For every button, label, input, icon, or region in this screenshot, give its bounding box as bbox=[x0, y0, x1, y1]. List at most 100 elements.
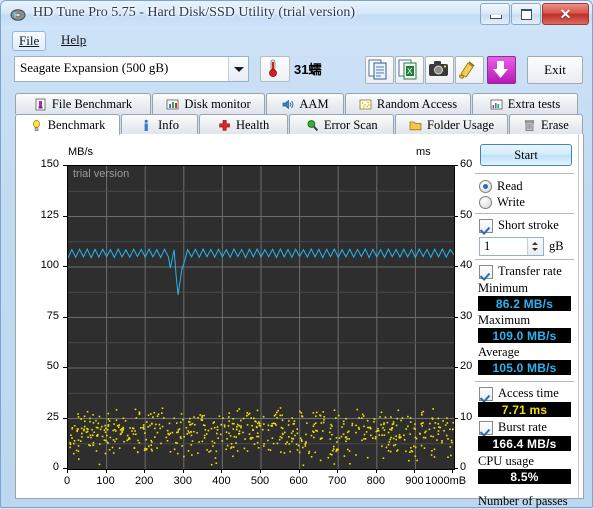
magnifier-icon bbox=[306, 119, 319, 132]
x-tick: 900 bbox=[405, 475, 423, 487]
screenshot-button[interactable] bbox=[425, 56, 454, 84]
burst-rate-label: Burst rate bbox=[498, 420, 547, 435]
download-button[interactable] bbox=[487, 56, 516, 84]
copy-icon bbox=[366, 57, 391, 81]
tab-benchmark[interactable]: Benchmark bbox=[15, 114, 120, 135]
file-benchmark-icon bbox=[34, 98, 47, 111]
tab-aam-label: AAM bbox=[299, 97, 328, 112]
tab-info[interactable]: Info bbox=[121, 114, 198, 135]
checkbox-transfer-rate[interactable]: Transfer rate bbox=[479, 264, 562, 279]
short-stroke-stepper[interactable]: 1 bbox=[479, 237, 544, 256]
radio-write-label: Write bbox=[497, 195, 525, 210]
thermometer-icon bbox=[261, 57, 285, 79]
start-button[interactable]: Start bbox=[480, 144, 572, 166]
y-axis-label-left: MB/s bbox=[68, 146, 93, 158]
toolbar: Seagate Expansion (500 gB) 31蠕 bbox=[6, 51, 587, 91]
access-time-scatter bbox=[69, 407, 454, 466]
transfer-rate-checkbox-icon bbox=[479, 265, 493, 279]
plot-svg bbox=[68, 166, 454, 469]
x-tick: 1000mB bbox=[425, 475, 466, 487]
tab-erase-label: Erase bbox=[541, 118, 569, 133]
checkbox-burst-rate[interactable]: Burst rate bbox=[479, 420, 547, 435]
x-tick: 500 bbox=[251, 475, 269, 487]
hdtune-logo-icon bbox=[10, 7, 26, 23]
y-tick-left: 75 bbox=[19, 310, 59, 322]
tab-aam[interactable]: AAM bbox=[266, 93, 344, 114]
x-tick: 700 bbox=[328, 475, 346, 487]
divider-1 bbox=[475, 173, 574, 174]
tab-random-access[interactable]: Random Access bbox=[345, 93, 471, 114]
access-time-value: 7.71 ms bbox=[478, 402, 571, 417]
x-tick: 200 bbox=[135, 475, 153, 487]
benchmark-chart: MB/s ms 0255075100125150 0102030405060 0… bbox=[16, 134, 468, 494]
tab-extra-tests[interactable]: Extra tests bbox=[472, 93, 578, 114]
spinner-arrows-icon[interactable] bbox=[527, 238, 543, 255]
tab-disk-monitor-label: Disk monitor bbox=[184, 97, 250, 112]
tab-health-label: Health bbox=[236, 118, 269, 133]
y-tick-left: 150 bbox=[19, 158, 59, 170]
tab-health[interactable]: Health bbox=[199, 114, 288, 135]
tab-info-label: Info bbox=[158, 118, 179, 133]
tab-folder-usage-label: Folder Usage bbox=[427, 118, 494, 133]
y-tick-left: 25 bbox=[19, 411, 59, 423]
checkbox-short-stroke[interactable]: Short stroke bbox=[479, 218, 559, 233]
window-title: HD Tune Pro 5.75 - Hard Disk/SSD Utility… bbox=[33, 5, 355, 21]
y-tick-left: 100 bbox=[19, 259, 59, 271]
x-tick: 300 bbox=[174, 475, 192, 487]
maximize-icon bbox=[521, 9, 532, 20]
short-stroke-value: 1 bbox=[484, 239, 490, 254]
tab-disk-monitor[interactable]: Disk monitor bbox=[152, 93, 265, 114]
menu-help-label: Help bbox=[61, 32, 86, 47]
chevron-down-icon[interactable] bbox=[228, 57, 248, 81]
tab-error-scan[interactable]: Error Scan bbox=[289, 114, 394, 135]
drive-select[interactable]: Seagate Expansion (500 gB) bbox=[14, 56, 249, 82]
trial-watermark: trial version bbox=[73, 168, 129, 180]
cpu-usage-value: 8.5% bbox=[478, 469, 571, 484]
clean-button[interactable] bbox=[455, 56, 484, 84]
minimum-label: Minimum bbox=[478, 281, 528, 296]
radio-write-icon bbox=[479, 196, 492, 209]
export-excel-button[interactable]: X bbox=[395, 56, 424, 84]
short-stroke-unit: gB bbox=[549, 239, 564, 254]
exit-label: Exit bbox=[544, 62, 566, 78]
title-bar: HD Tune Pro 5.75 - Hard Disk/SSD Utility… bbox=[1, 1, 592, 29]
tab-file-benchmark[interactable]: File Benchmark bbox=[15, 93, 151, 114]
radio-write[interactable]: Write bbox=[479, 195, 525, 210]
random-access-icon bbox=[359, 98, 372, 111]
y-tick-left: 125 bbox=[19, 209, 59, 221]
transfer-rate-label: Transfer rate bbox=[498, 264, 562, 279]
tab-file-benchmark-label: File Benchmark bbox=[52, 97, 132, 112]
brush-icon bbox=[456, 57, 481, 81]
number-of-passes-label: Number of passes bbox=[478, 494, 568, 509]
checkbox-access-time[interactable]: Access time bbox=[479, 386, 559, 401]
short-stroke-checkbox-icon bbox=[479, 219, 493, 233]
extra-tests-icon bbox=[490, 98, 503, 111]
minimize-button[interactable] bbox=[480, 3, 510, 25]
maximize-button[interactable] bbox=[511, 3, 541, 25]
tab-bars: File Benchmark Disk monitor AAM Random A… bbox=[15, 93, 584, 135]
radio-read[interactable]: Read bbox=[479, 179, 523, 194]
tab-folder-usage[interactable]: Folder Usage bbox=[395, 114, 508, 135]
menu-file[interactable]: File bbox=[12, 31, 46, 51]
copy-to-clipboard-button[interactable] bbox=[365, 56, 394, 84]
y-tick-left: 0 bbox=[19, 461, 59, 473]
tab-random-access-label: Random Access bbox=[377, 97, 457, 112]
temperature-value: 31蠕 bbox=[294, 59, 321, 78]
tab-row-top: File Benchmark Disk monitor AAM Random A… bbox=[15, 93, 584, 114]
access-time-label: Access time bbox=[498, 386, 559, 401]
maximum-value: 109.0 MB/s bbox=[478, 328, 571, 343]
menu-help[interactable]: Help bbox=[54, 31, 93, 49]
tab-erase[interactable]: Erase bbox=[509, 114, 583, 135]
x-tick: 0 bbox=[64, 475, 70, 487]
divider-3 bbox=[475, 259, 574, 260]
burst-rate-checkbox-icon bbox=[479, 421, 493, 435]
svg-text:X: X bbox=[407, 67, 413, 76]
short-stroke-label: Short stroke bbox=[498, 218, 559, 233]
health-cross-icon bbox=[218, 119, 231, 132]
exit-button[interactable]: Exit bbox=[527, 56, 583, 84]
control-column: Start Read Write Short stroke 1 gB bbox=[471, 134, 578, 498]
burst-rate-value: 166.4 MB/s bbox=[478, 436, 571, 451]
close-button[interactable]: ✕ bbox=[542, 3, 589, 25]
tab-row-bottom: Benchmark Info Health Error Scan bbox=[15, 114, 584, 135]
radio-read-icon bbox=[479, 180, 492, 193]
